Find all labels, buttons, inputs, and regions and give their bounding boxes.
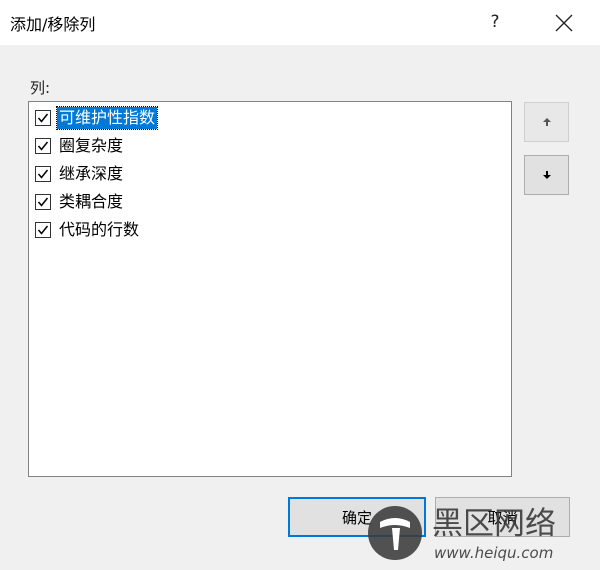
list-item[interactable]: 可维护性指数 <box>35 106 159 130</box>
list-item-label: 可维护性指数 <box>55 106 159 130</box>
list-item-label: 圈复杂度 <box>59 136 124 155</box>
ok-button[interactable]: 确定 <box>288 497 426 537</box>
list-item-label: 代码的行数 <box>59 220 140 239</box>
checkbox[interactable] <box>35 222 51 238</box>
columns-label: 列: <box>30 79 51 97</box>
checkmark-icon <box>37 197 49 207</box>
list-item[interactable]: 继承深度 <box>35 162 125 186</box>
checkbox[interactable] <box>35 194 51 210</box>
checkmark-icon <box>37 113 49 123</box>
list-item-label: 继承深度 <box>59 164 124 183</box>
checkbox[interactable] <box>35 110 51 126</box>
columns-listbox[interactable]: 可维护性指数 圈复杂度 继承深度 类耦合度 代码的行数 <box>28 101 512 477</box>
checkbox[interactable] <box>35 138 51 154</box>
close-button[interactable] <box>550 10 578 36</box>
svg-text:www.heiqu.com: www.heiqu.com <box>434 544 553 562</box>
list-item[interactable]: 圈复杂度 <box>35 134 125 158</box>
list-item[interactable]: 代码的行数 <box>35 218 141 242</box>
list-item-label: 类耦合度 <box>59 192 124 211</box>
help-button[interactable]: ? <box>484 10 506 34</box>
checkbox[interactable] <box>35 166 51 182</box>
move-up-button[interactable] <box>524 102 569 142</box>
arrow-down-icon <box>542 171 551 179</box>
checkmark-icon <box>37 225 49 235</box>
list-item[interactable]: 类耦合度 <box>35 190 125 214</box>
arrow-up-icon <box>542 118 551 126</box>
move-down-button[interactable] <box>524 155 569 195</box>
cancel-button[interactable]: 取消 <box>435 497 570 537</box>
checkmark-icon <box>37 169 49 179</box>
checkmark-icon <box>37 141 49 151</box>
title-bar: 添加/移除列 ? <box>0 0 600 45</box>
dialog-title: 添加/移除列 <box>10 15 96 34</box>
close-icon <box>555 14 573 32</box>
